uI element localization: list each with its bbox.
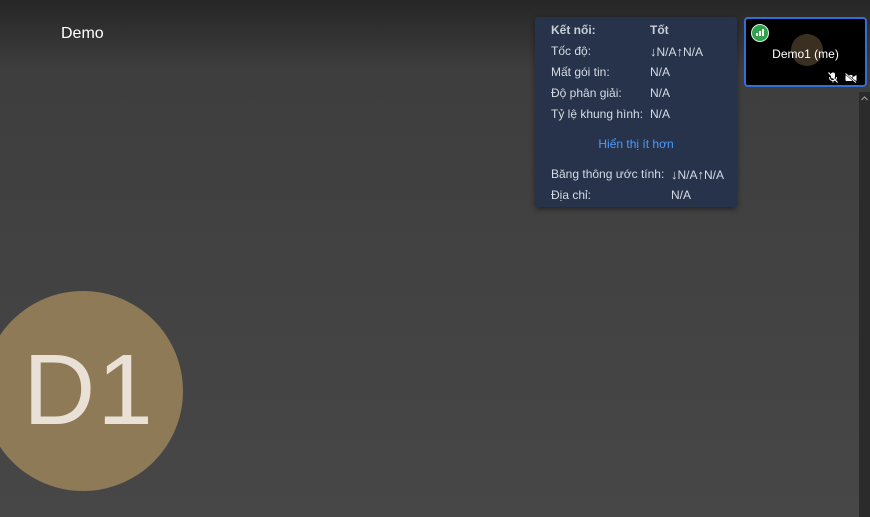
bitrate-upload: N/A — [683, 45, 704, 59]
bandwidth-label: Băng thông ước tính: — [551, 167, 665, 181]
local-participant-thumbnail[interactable]: Demo1 (me) — [744, 17, 867, 87]
packet-loss-label: Mất gói tin: — [551, 65, 610, 79]
framerate-label: Tỷ lệ khung hình: — [551, 107, 644, 121]
bitrate-download: N/A — [656, 45, 677, 59]
bitrate-value: ↓N/A↑N/A — [650, 44, 703, 59]
filmstrip-scrollbar[interactable] — [859, 92, 870, 517]
bandwidth-download: N/A — [677, 168, 698, 182]
bandwidth-upload: N/A — [704, 168, 725, 182]
show-less-link[interactable]: Hiển thị ít hơn — [535, 137, 737, 151]
scroll-up-icon[interactable] — [861, 95, 868, 102]
large-video-avatar: D1 — [0, 291, 183, 491]
bandwidth-value: ↓N/A↑N/A — [671, 167, 724, 182]
avatar-initials: D1 — [23, 333, 155, 446]
resolution-value: N/A — [650, 86, 671, 100]
mic-muted-icon — [828, 70, 838, 88]
address-label: Địa chỉ: — [551, 188, 592, 202]
participant-name: Demo1 (me) — [772, 47, 839, 61]
address-value: N/A — [671, 188, 692, 202]
framerate-value: N/A — [650, 107, 671, 121]
connection-value: Tốt — [650, 23, 669, 37]
packet-loss-value: N/A — [650, 65, 671, 79]
connection-label: Kết nối: — [551, 23, 596, 37]
room-title: Demo — [61, 25, 104, 42]
camera-off-icon — [844, 70, 857, 88]
bitrate-label: Tốc độ: — [551, 44, 592, 58]
connection-indicator-icon[interactable] — [751, 24, 769, 42]
resolution-label: Độ phân giải: — [551, 86, 622, 100]
connection-stats-popover: Kết nối: Tốt Tốc độ: ↓N/A↑N/A Mất gói ti… — [535, 17, 737, 207]
